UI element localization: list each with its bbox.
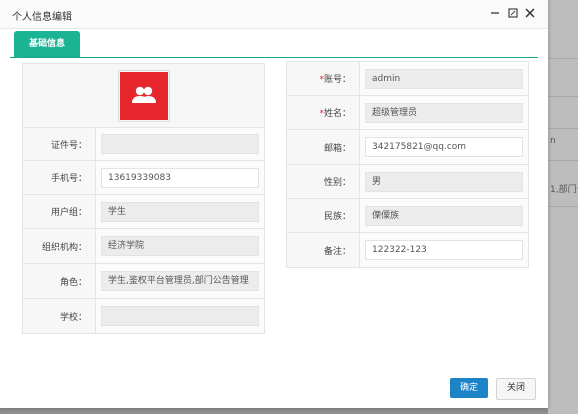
maximize-icon[interactable] <box>506 6 520 20</box>
tab-basic-info[interactable]: 基础信息 <box>14 31 80 57</box>
name-label: 姓名： <box>323 109 351 119</box>
users-icon <box>131 86 156 103</box>
name-field[interactable]: 超级管理员 <box>365 102 523 123</box>
school-label: 学校： <box>22 298 96 334</box>
gender-field[interactable]: 男 <box>365 171 523 192</box>
email-label: 邮箱： <box>286 129 360 165</box>
gender-label: 性别： <box>286 164 360 199</box>
background-text: n <box>550 136 556 146</box>
left-form: 证件号： 手机号： 13619339083 用户组： 学生 组织机构： 经济学院… <box>22 63 265 334</box>
background-page <box>548 0 578 414</box>
phone-label: 手机号： <box>22 160 96 195</box>
right-form: *账号： admin *姓名： 超级管理员 邮箱： 342175821@qq.c… <box>286 61 529 268</box>
id-label: 证件号： <box>22 127 96 161</box>
usergroup-label: 用户组： <box>22 194 96 229</box>
profile-edit-dialog: 个人信息编辑 基础信息 证件号： 手机号： 13619339083 用户组： 学… <box>0 0 548 408</box>
phone-field[interactable]: 13619339083 <box>101 167 259 188</box>
note-label: 备注： <box>286 232 360 268</box>
background-divider <box>548 160 578 161</box>
background-divider <box>548 58 578 59</box>
background-text: 1,部门公 <box>550 185 578 195</box>
close-button[interactable]: 关闭 <box>496 378 536 400</box>
usergroup-field[interactable]: 学生 <box>101 201 259 222</box>
background-divider <box>548 206 578 207</box>
role-label: 角色： <box>22 263 96 299</box>
minimize-icon[interactable] <box>488 6 502 20</box>
email-field[interactable]: 342175821@qq.com <box>365 137 523 157</box>
background-divider <box>548 128 578 129</box>
note-field[interactable]: 122322-123 <box>365 240 523 260</box>
id-field[interactable] <box>101 134 259 154</box>
avatar-cell <box>22 63 265 128</box>
avatar[interactable] <box>117 69 170 122</box>
close-icon[interactable] <box>523 6 537 20</box>
role-field[interactable]: 学生,鉴权平台管理员,部门公告管理 <box>101 271 259 291</box>
tab-bar: 基础信息 <box>10 31 538 58</box>
account-label: 账号： <box>323 75 351 85</box>
account-field[interactable]: admin <box>365 68 523 89</box>
dialog-title: 个人信息编辑 <box>12 12 72 23</box>
org-field[interactable]: 经济学院 <box>101 236 259 256</box>
org-label: 组织机构： <box>22 228 96 264</box>
background-divider <box>548 96 578 97</box>
school-field[interactable] <box>101 306 259 326</box>
ethnic-label: 民族： <box>286 198 360 233</box>
dialog-titlebar: 个人信息编辑 <box>0 0 548 29</box>
ethnic-field[interactable]: 傈僳族 <box>365 205 523 226</box>
confirm-button[interactable]: 确定 <box>450 378 488 398</box>
